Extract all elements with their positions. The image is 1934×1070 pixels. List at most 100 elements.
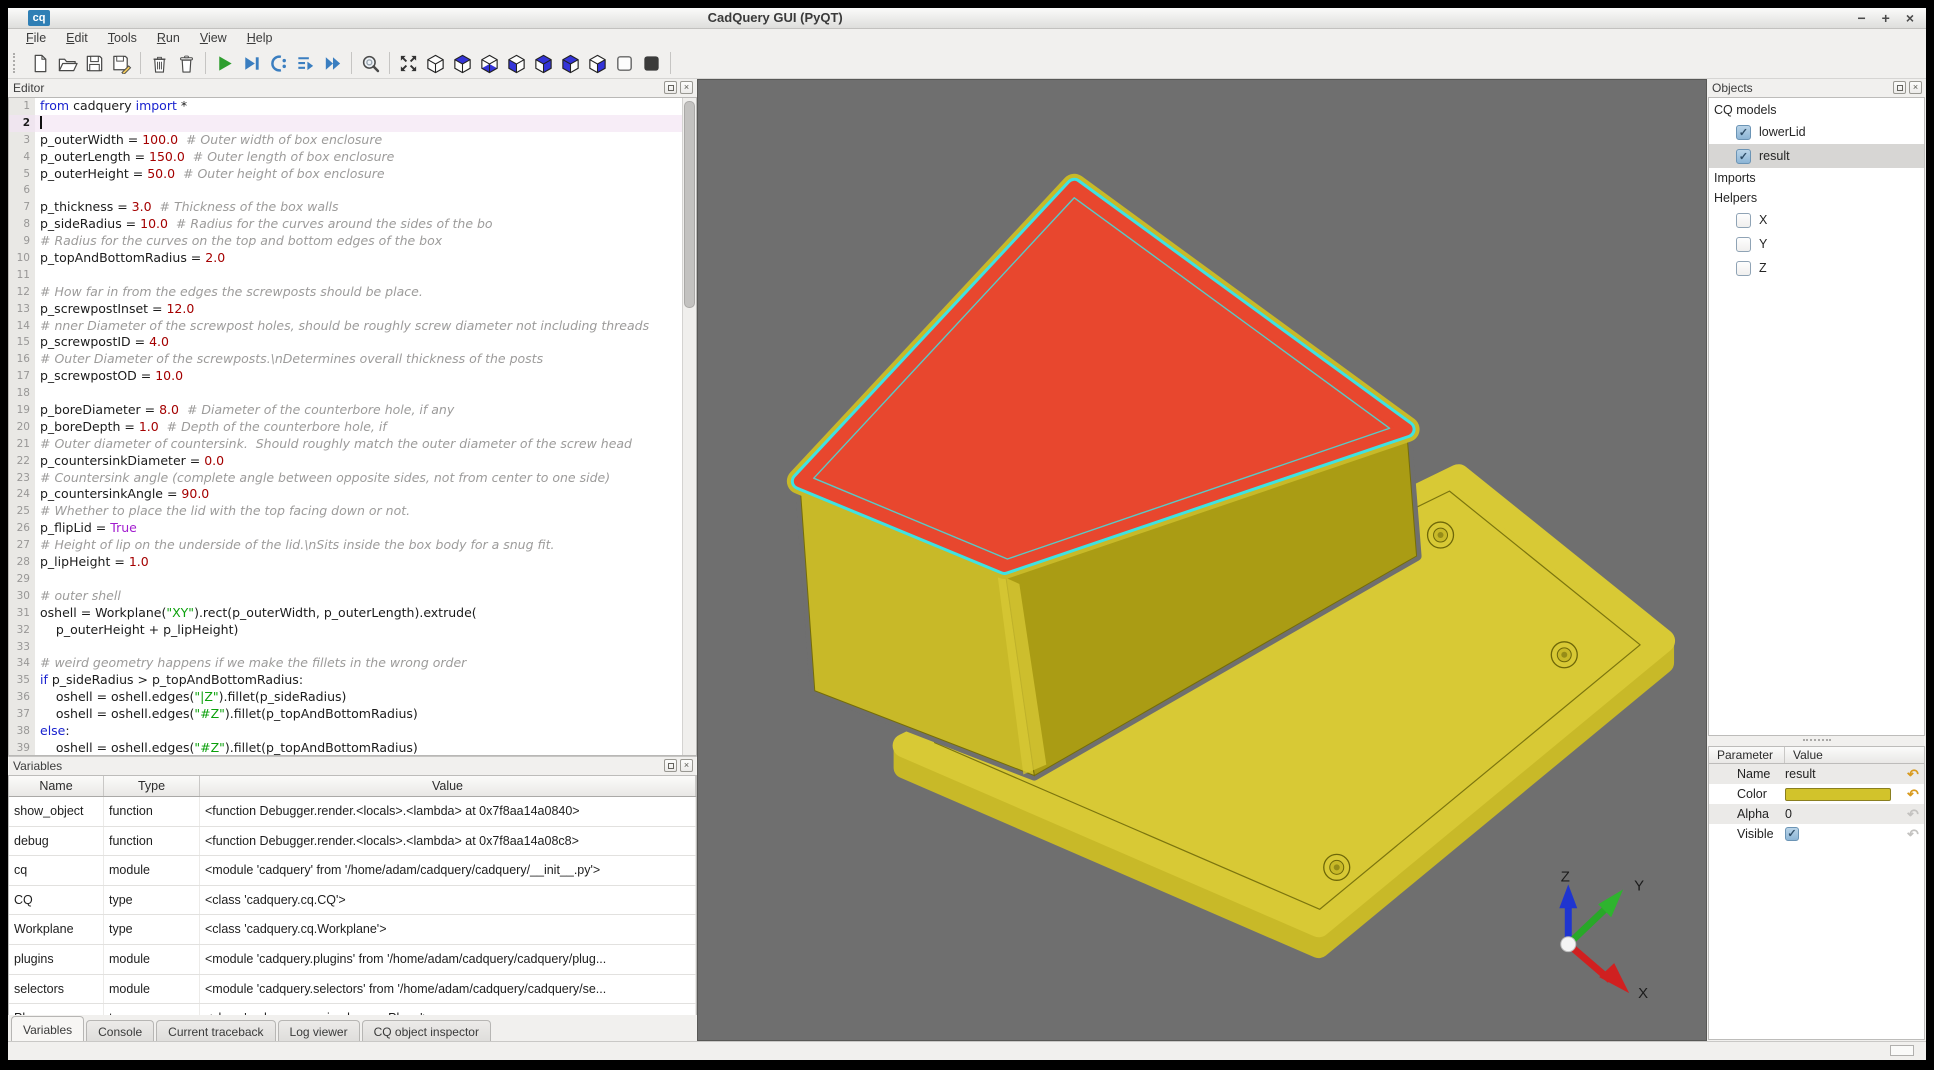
menu-item-run[interactable]: Run — [147, 29, 190, 48]
code-line[interactable]: 6 — [9, 182, 696, 199]
tab-console[interactable]: Console — [86, 1020, 154, 1042]
code-line[interactable]: 11 — [9, 267, 696, 284]
menu-item-edit[interactable]: Edit — [56, 29, 98, 48]
variables-column-header-name[interactable]: Name — [9, 776, 104, 796]
objects-tree-cq-models[interactable]: CQ models — [1709, 100, 1924, 120]
objects-tree-z[interactable]: Z — [1709, 256, 1924, 280]
variables-column-header-value[interactable]: Value — [200, 776, 696, 796]
menu-item-file[interactable]: File — [16, 29, 56, 48]
code-line[interactable]: 35if p_sideRadius > p_topAndBottomRadius… — [9, 672, 696, 689]
code-line[interactable]: 30# outer shell — [9, 588, 696, 605]
open-file-button[interactable] — [54, 50, 81, 77]
variables-close-button[interactable]: × — [680, 759, 693, 772]
outline-square-button[interactable] — [611, 50, 638, 77]
view-bottom-button[interactable] — [476, 50, 503, 77]
parameter-row-name[interactable]: Nameresult↶ — [1709, 764, 1924, 784]
close-button[interactable]: × — [1906, 8, 1914, 28]
code-line[interactable]: 15p_screwpostID = 4.0 — [9, 334, 696, 351]
objects-tree-helpers[interactable]: Helpers — [1709, 188, 1924, 208]
variable-row[interactable]: CQtype<class 'cadquery.cq.CQ'> — [9, 886, 696, 916]
view-front-button[interactable] — [503, 50, 530, 77]
objects-tree-lowerlid[interactable]: ✓lowerLid — [1709, 120, 1924, 144]
parameter-row-color[interactable]: Color↶ — [1709, 784, 1924, 804]
tab-current-traceback[interactable]: Current traceback — [156, 1020, 275, 1042]
code-line[interactable]: 10p_topAndBottomRadius = 2.0 — [9, 250, 696, 267]
code-line[interactable]: 17p_screwpostOD = 10.0 — [9, 368, 696, 385]
filled-square-button[interactable] — [638, 50, 665, 77]
panel-splitter[interactable] — [1707, 736, 1926, 746]
tab-cq-object-inspector[interactable]: CQ object inspector — [362, 1020, 491, 1042]
save-as-button[interactable] — [108, 50, 135, 77]
checkbox-z[interactable] — [1736, 261, 1751, 276]
undo-icon[interactable]: ↶ — [1902, 766, 1924, 783]
code-line[interactable]: 16# Outer Diameter of the screwposts.\nD… — [9, 351, 696, 368]
menu-item-view[interactable]: View — [190, 29, 237, 48]
code-line[interactable]: 33 — [9, 639, 696, 656]
delete-object-button[interactable] — [146, 50, 173, 77]
step-over-button[interactable] — [292, 50, 319, 77]
code-line[interactable]: 24p_countersinkAngle = 90.0 — [9, 486, 696, 503]
code-line[interactable]: 22p_countersinkDiameter = 0.0 — [9, 453, 696, 470]
fit-view-button[interactable] — [395, 50, 422, 77]
variables-undock-button[interactable] — [664, 759, 677, 772]
parameters-column-header-parameter[interactable]: Parameter — [1709, 747, 1785, 763]
code-line[interactable]: 20p_boreDepth = 1.0 # Depth of the count… — [9, 419, 696, 436]
titlebar[interactable]: cq CadQuery GUI (PyQT) − + × — [8, 8, 1926, 29]
save-button[interactable] — [81, 50, 108, 77]
size-grip[interactable] — [1890, 1045, 1914, 1056]
code-line[interactable]: 29 — [9, 571, 696, 588]
parameter-row-alpha[interactable]: Alpha0↶ — [1709, 804, 1924, 824]
code-line[interactable]: 27# Height of lip on the underside of th… — [9, 537, 696, 554]
view-top-button[interactable] — [449, 50, 476, 77]
code-line[interactable]: 23# Countersink angle (complete angle be… — [9, 470, 696, 487]
code-line[interactable]: 2 — [9, 115, 696, 132]
tab-log-viewer[interactable]: Log viewer — [278, 1020, 360, 1042]
editor-scrollbar-thumb[interactable] — [684, 101, 695, 308]
variable-row[interactable]: pluginsmodule<module 'cadquery.plugins' … — [9, 945, 696, 975]
code-line[interactable]: 8p_sideRadius = 10.0 # Radius for the cu… — [9, 216, 696, 233]
code-line[interactable]: 4p_outerLength = 150.0 # Outer length of… — [9, 149, 696, 166]
view-right-button[interactable] — [584, 50, 611, 77]
toolbar-drag-handle[interactable] — [13, 53, 20, 73]
code-line[interactable]: 18 — [9, 385, 696, 402]
objects-tree-result[interactable]: ✓result — [1709, 144, 1924, 168]
objects-undock-button[interactable] — [1893, 81, 1906, 94]
code-line[interactable]: 19p_boreDiameter = 8.0 # Diameter of the… — [9, 402, 696, 419]
checkbox-lowerlid[interactable]: ✓ — [1736, 125, 1751, 140]
code-line[interactable]: 13p_screwpostInset = 12.0 — [9, 301, 696, 318]
parameters-column-header-value[interactable]: Value — [1785, 747, 1924, 763]
objects-tree-imports[interactable]: Imports — [1709, 168, 1924, 188]
code-line[interactable]: 31oshell = Workplane("XY").rect(p_outerW… — [9, 605, 696, 622]
editor-undock-button[interactable] — [664, 81, 677, 94]
objects-tree-x[interactable]: X — [1709, 208, 1924, 232]
step-into-button[interactable] — [265, 50, 292, 77]
code-line[interactable]: 1from cadquery import * — [9, 98, 696, 115]
objects-tree-y[interactable]: Y — [1709, 232, 1924, 256]
view-iso-button[interactable] — [422, 50, 449, 77]
code-line[interactable]: 34# weird geometry happens if we make th… — [9, 655, 696, 672]
code-line[interactable]: 12# How far in from the edges the screwp… — [9, 284, 696, 301]
code-line[interactable]: 37 oshell = oshell.edges("#Z").fillet(p_… — [9, 706, 696, 723]
code-line[interactable]: 5p_outerHeight = 50.0 # Outer height of … — [9, 166, 696, 183]
variable-row[interactable]: selectorsmodule<module 'cadquery.selecto… — [9, 975, 696, 1005]
editor-close-button[interactable]: × — [680, 81, 693, 94]
view-left-button[interactable] — [557, 50, 584, 77]
checkbox-result[interactable]: ✓ — [1736, 149, 1751, 164]
checkbox-x[interactable] — [1736, 213, 1751, 228]
code-line[interactable]: 25# Whether to place the lid with the to… — [9, 503, 696, 520]
code-line[interactable]: 3p_outerWidth = 100.0 # Outer width of b… — [9, 132, 696, 149]
visible-checkbox[interactable]: ✓ — [1785, 827, 1799, 841]
code-line[interactable]: 32 p_outerHeight + p_lipHeight) — [9, 622, 696, 639]
debug-run-button[interactable] — [238, 50, 265, 77]
menu-item-help[interactable]: Help — [237, 29, 283, 48]
tab-variables[interactable]: Variables — [11, 1016, 84, 1042]
code-editor[interactable]: 1from cadquery import *23p_outerWidth = … — [8, 97, 697, 756]
variable-row[interactable]: cqmodule<module 'cadquery' from '/home/a… — [9, 856, 696, 886]
code-line[interactable]: 38else: — [9, 723, 696, 740]
code-line[interactable]: 14# nner Diameter of the screwpost holes… — [9, 318, 696, 335]
undo-icon[interactable]: ↶ — [1902, 786, 1924, 803]
minimize-button[interactable]: − — [1857, 8, 1865, 28]
variables-column-header-type[interactable]: Type — [104, 776, 200, 796]
color-swatch[interactable] — [1785, 788, 1891, 801]
code-line[interactable]: 36 oshell = oshell.edges("|Z").fillet(p_… — [9, 689, 696, 706]
